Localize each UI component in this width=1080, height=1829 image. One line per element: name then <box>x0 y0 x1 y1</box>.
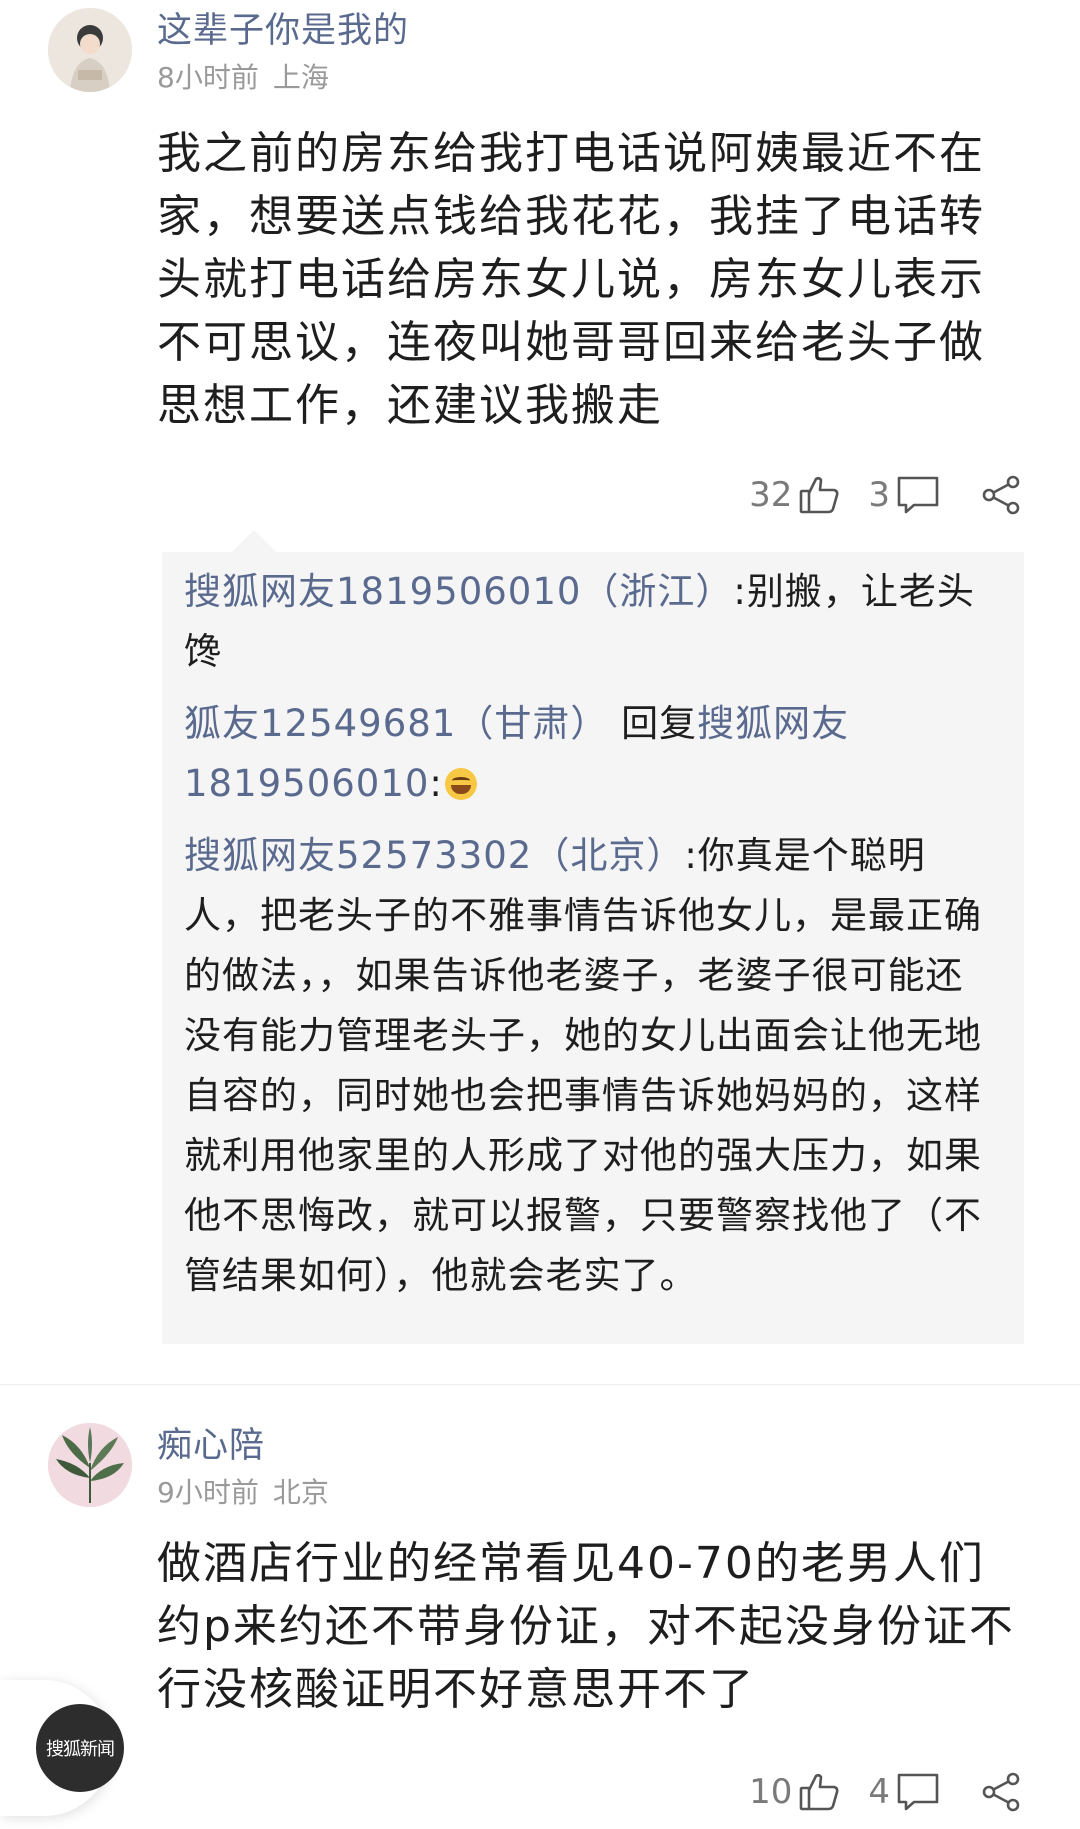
share-button[interactable] <box>980 1771 1022 1813</box>
replies-pointer <box>232 530 276 552</box>
reply-item[interactable]: 狐友12549681（甘肃） 回复搜狐网友1819506010: <box>184 694 1000 814</box>
reply-count: 4 <box>868 1772 890 1812</box>
grinning-squint-emoji-icon <box>444 768 477 800</box>
comment-item: 这辈子你是我的 8小时前 上海 我之前的房东给我打电话说阿姨最近不在家，想要送点钱… <box>0 0 1080 1380</box>
reply-list: 搜狐网友1819506010（浙江）:别搬，让老头馋 狐友12549681（甘肃… <box>162 552 1024 1344</box>
like-button[interactable]: 32 <box>749 474 840 516</box>
sohu-news-logo-icon: 搜狐新闻 <box>36 1704 124 1792</box>
comment-meta: 8小时前 上海 <box>157 56 329 96</box>
comment-username[interactable]: 这辈子你是我的 <box>157 2 409 53</box>
reply-word: 回复 <box>621 702 698 745</box>
comment-location: 上海 <box>272 61 329 94</box>
comment-actions: 10 4 <box>749 1767 1022 1817</box>
reply-count: 3 <box>868 475 890 515</box>
thumbs-up-icon <box>798 474 840 516</box>
reply-button[interactable]: 4 <box>868 1772 940 1812</box>
chat-bubble-icon <box>896 1772 940 1812</box>
comment-text: 做酒店行业的经常看见40-70的老男人们约p来约还不带身份证，对不起没身份证不行… <box>157 1538 1015 1715</box>
like-count: 32 <box>749 475 793 515</box>
share-icon <box>980 474 1022 516</box>
reply-author[interactable]: 搜狐网友52573302（北京） <box>184 834 684 877</box>
comment-text: 我之前的房东给我打电话说阿姨最近不在家，想要送点钱给我花花，我挂了电话转头就打电… <box>157 128 985 431</box>
reply-button[interactable]: 3 <box>868 475 940 515</box>
comment-location: 北京 <box>272 1476 329 1509</box>
comment-item: 痴心陪 9小时前 北京 做酒店行业的经常看见40-70的老男人们约p来约还不带身份… <box>0 1395 1080 1829</box>
share-button[interactable] <box>980 474 1022 516</box>
like-count: 10 <box>749 1772 793 1812</box>
comment-time: 9小时前 <box>157 1476 259 1509</box>
user-avatar-icon[interactable] <box>48 8 132 92</box>
reply-text: : <box>429 762 443 805</box>
reply-item[interactable]: 搜狐网友1819506010（浙江）:别搬，让老头馋 <box>184 562 1000 682</box>
reply-item[interactable]: 搜狐网友52573302（北京）:你真是个聪明人，把老头子的不雅事情告诉他女儿，… <box>184 826 1000 1306</box>
share-icon <box>980 1771 1022 1813</box>
comment-time: 8小时前 <box>157 61 259 94</box>
chat-bubble-icon <box>896 475 940 515</box>
logo-text: 搜狐新闻 <box>46 1739 115 1760</box>
like-button[interactable]: 10 <box>749 1771 840 1813</box>
comment-meta: 9小时前 北京 <box>157 1471 329 1511</box>
comment-divider <box>0 1384 1080 1385</box>
thumbs-up-icon <box>798 1771 840 1813</box>
reply-author[interactable]: 狐友12549681（甘肃） <box>184 702 608 745</box>
comment-username[interactable]: 痴心陪 <box>157 1417 265 1468</box>
reply-author[interactable]: 搜狐网友1819506010（浙江） <box>184 570 733 613</box>
plant-avatar-icon[interactable] <box>48 1423 132 1507</box>
reply-text: :你真是个聪明人，把老头子的不雅事情告诉他女儿，是最正确的做法，，如果告诉他老婆… <box>184 834 982 1297</box>
comment-actions: 32 3 <box>749 470 1022 520</box>
